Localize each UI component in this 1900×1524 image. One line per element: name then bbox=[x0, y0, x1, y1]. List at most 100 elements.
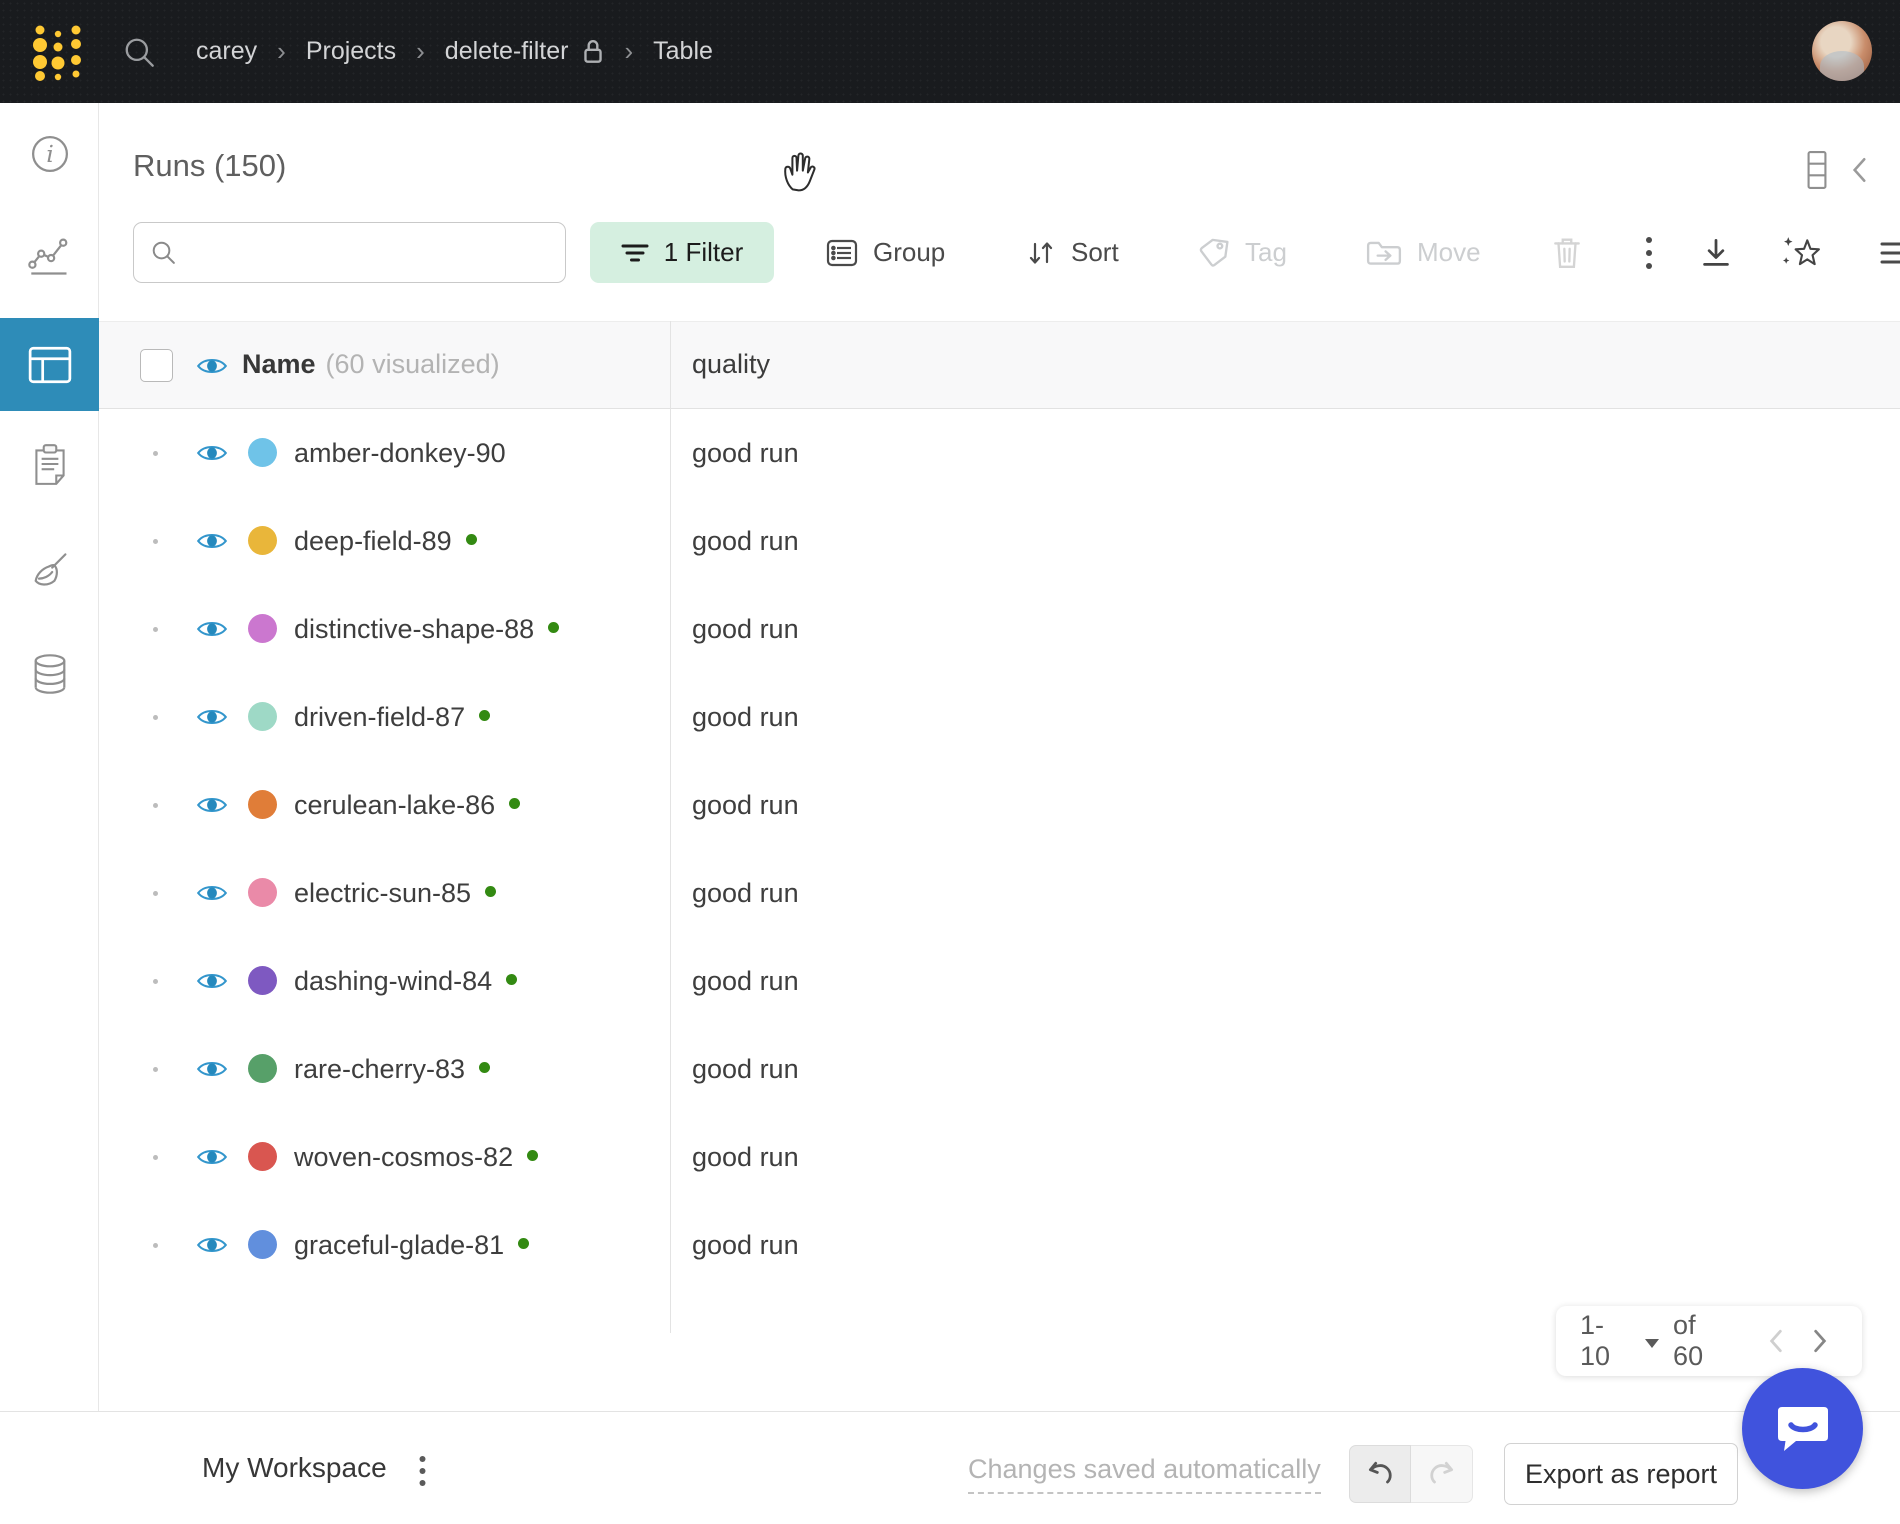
bottombar: My Workspace Changes saved automatically… bbox=[0, 1411, 1900, 1524]
redo-button[interactable] bbox=[1411, 1445, 1473, 1503]
search-icon bbox=[150, 239, 178, 267]
run-name[interactable]: graceful-glade-81 bbox=[294, 1230, 504, 1260]
table-row[interactable]: electric-sun-85 good run bbox=[0, 849, 1900, 937]
drag-handle-dot[interactable] bbox=[153, 1067, 158, 1072]
visibility-eye-icon[interactable] bbox=[196, 618, 228, 640]
more-options-button[interactable] bbox=[1644, 222, 1654, 283]
run-name[interactable]: cerulean-lake-86 bbox=[294, 790, 495, 820]
table-row[interactable]: graceful-glade-81 good run bbox=[0, 1201, 1900, 1289]
run-color-dot bbox=[248, 702, 277, 731]
sidebar-item-runs-table[interactable] bbox=[0, 318, 99, 411]
select-all-checkbox[interactable] bbox=[140, 349, 173, 382]
tag-button[interactable]: Tag bbox=[1198, 222, 1287, 283]
run-color-dot bbox=[248, 526, 277, 555]
breadcrumb-project[interactable]: delete-filter bbox=[445, 37, 569, 66]
breadcrumb-entity[interactable]: carey bbox=[196, 37, 257, 66]
run-name[interactable]: electric-sun-85 bbox=[294, 878, 471, 908]
panel-menu-icon[interactable] bbox=[1880, 222, 1900, 283]
drag-handle-dot[interactable] bbox=[153, 627, 158, 632]
run-name[interactable]: amber-donkey-90 bbox=[294, 438, 506, 468]
workspace-menu-button[interactable] bbox=[414, 1450, 431, 1499]
run-active-dot bbox=[506, 974, 517, 985]
table-row[interactable]: rare-cherry-83 good run bbox=[0, 1025, 1900, 1113]
run-active-dot bbox=[479, 1062, 490, 1073]
visibility-eye-icon[interactable] bbox=[196, 530, 228, 552]
drag-handle-dot[interactable] bbox=[153, 715, 158, 720]
autosave-status[interactable]: Changes saved automatically bbox=[968, 1454, 1321, 1494]
filter-button[interactable]: 1 Filter bbox=[590, 222, 774, 283]
run-active-dot bbox=[479, 710, 490, 721]
sidebar-item-reports[interactable] bbox=[0, 428, 99, 500]
run-name[interactable]: rare-cherry-83 bbox=[294, 1054, 465, 1084]
sidebar-item-sweeps[interactable] bbox=[0, 536, 99, 608]
chat-launcher-button[interactable] bbox=[1742, 1368, 1863, 1489]
prev-page-button[interactable] bbox=[1758, 1328, 1794, 1354]
visibility-eye-icon[interactable] bbox=[196, 442, 228, 464]
breadcrumb-table[interactable]: Table bbox=[653, 37, 713, 66]
automations-button[interactable] bbox=[1780, 222, 1824, 283]
table-row[interactable]: driven-field-87 good run bbox=[0, 673, 1900, 761]
move-button[interactable]: Move bbox=[1366, 222, 1481, 283]
user-avatar[interactable] bbox=[1812, 21, 1872, 81]
sidebar-item-overview[interactable]: i bbox=[0, 118, 99, 190]
quality-column-header[interactable]: quality bbox=[692, 349, 770, 380]
run-name[interactable]: deep-field-89 bbox=[294, 526, 452, 556]
sidebar-item-artifacts[interactable] bbox=[0, 638, 99, 710]
name-column-header[interactable]: Name(60 visualized) bbox=[242, 349, 500, 380]
visibility-eye-icon[interactable] bbox=[196, 1146, 228, 1168]
tag-icon bbox=[1198, 237, 1230, 269]
run-quality: good run bbox=[692, 1054, 799, 1085]
visibility-eye-icon[interactable] bbox=[196, 882, 228, 904]
run-name[interactable]: distinctive-shape-88 bbox=[294, 614, 534, 644]
drag-handle-dot[interactable] bbox=[153, 1243, 158, 1248]
breadcrumb-projects[interactable]: Projects bbox=[306, 37, 396, 66]
drag-handle-dot[interactable] bbox=[153, 891, 158, 896]
download-button[interactable] bbox=[1700, 222, 1732, 283]
run-name[interactable]: woven-cosmos-82 bbox=[294, 1142, 513, 1172]
drag-handle-dot[interactable] bbox=[153, 803, 158, 808]
visibility-eye-icon[interactable] bbox=[196, 355, 228, 377]
table-row[interactable]: cerulean-lake-86 good run bbox=[0, 761, 1900, 849]
filter-icon bbox=[621, 241, 649, 265]
table-row[interactable]: woven-cosmos-82 good run bbox=[0, 1113, 1900, 1201]
wandb-logo-icon[interactable] bbox=[30, 22, 86, 82]
table-row[interactable]: amber-donkey-90 good run bbox=[0, 409, 1900, 497]
workspace-selector[interactable]: My Workspace bbox=[202, 1452, 387, 1484]
table-icon bbox=[27, 345, 73, 385]
search-icon[interactable] bbox=[122, 35, 158, 71]
lock-icon bbox=[582, 38, 604, 66]
drag-handle-dot[interactable] bbox=[153, 451, 158, 456]
collapse-panel-icon[interactable] bbox=[1850, 155, 1870, 185]
drag-handle-dot[interactable] bbox=[153, 1155, 158, 1160]
page-size-dropdown-icon[interactable] bbox=[1645, 1339, 1659, 1348]
undo-icon bbox=[1365, 1459, 1395, 1489]
run-color-dot bbox=[248, 614, 277, 643]
visibility-eye-icon[interactable] bbox=[196, 794, 228, 816]
visibility-eye-icon[interactable] bbox=[196, 970, 228, 992]
visibility-eye-icon[interactable] bbox=[196, 706, 228, 728]
row-density-icon[interactable] bbox=[1806, 150, 1828, 190]
sort-button[interactable]: Sort bbox=[1026, 222, 1119, 283]
visibility-eye-icon[interactable] bbox=[196, 1058, 228, 1080]
runs-search-box bbox=[133, 222, 566, 283]
drag-handle-dot[interactable] bbox=[153, 539, 158, 544]
export-report-button[interactable]: Export as report bbox=[1504, 1443, 1738, 1505]
table-row[interactable]: dashing-wind-84 good run bbox=[0, 937, 1900, 1025]
group-button[interactable]: Group bbox=[826, 222, 945, 283]
visibility-eye-icon[interactable] bbox=[196, 1234, 228, 1256]
sidebar: i bbox=[0, 103, 99, 1411]
page-range[interactable]: 1-10 bbox=[1580, 1310, 1633, 1372]
next-page-button[interactable] bbox=[1802, 1328, 1838, 1354]
run-name[interactable]: dashing-wind-84 bbox=[294, 966, 492, 996]
undo-button[interactable] bbox=[1349, 1445, 1411, 1503]
runs-search-input[interactable] bbox=[188, 223, 565, 282]
table-row[interactable]: distinctive-shape-88 good run bbox=[0, 585, 1900, 673]
sidebar-item-workspace[interactable] bbox=[0, 221, 99, 293]
database-icon bbox=[30, 652, 70, 696]
drag-handle-dot[interactable] bbox=[153, 979, 158, 984]
run-quality: good run bbox=[692, 438, 799, 469]
delete-button[interactable] bbox=[1552, 222, 1582, 283]
move-folder-icon bbox=[1366, 238, 1402, 268]
run-name[interactable]: driven-field-87 bbox=[294, 702, 465, 732]
table-row[interactable]: deep-field-89 good run bbox=[0, 497, 1900, 585]
